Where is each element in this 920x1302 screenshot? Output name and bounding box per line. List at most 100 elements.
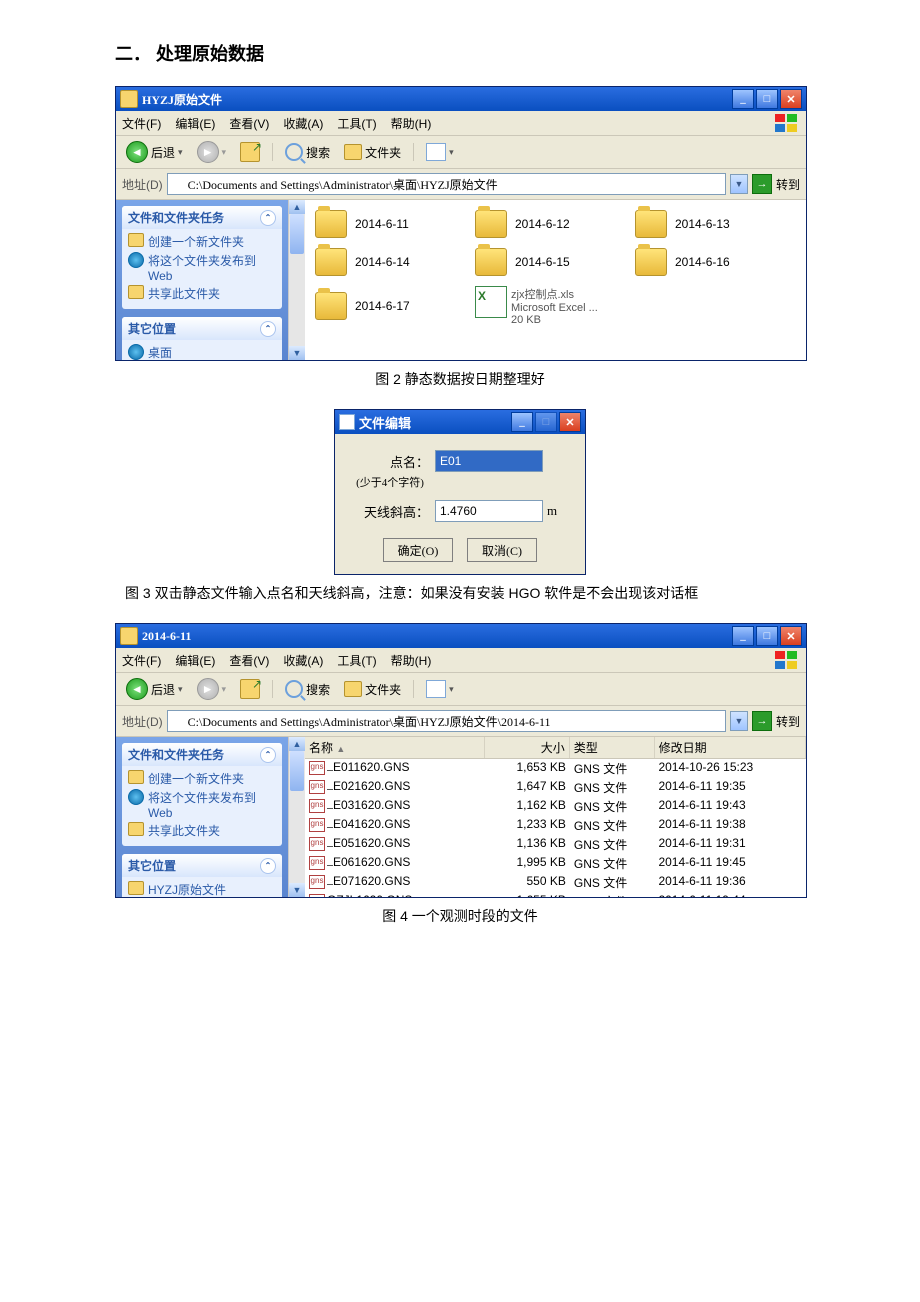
scrollbar-vertical[interactable]: ▲▼ (288, 737, 305, 897)
folder-item[interactable]: 2014-6-15 (475, 248, 615, 276)
go-button[interactable]: → (752, 174, 772, 194)
list-row[interactable]: gnsE021620.GNS1,647 KBGNS 文件2014-6-11 19… (305, 778, 806, 797)
list-row[interactable]: gnsE041620.GNS1,233 KBGNS 文件2014-6-11 19… (305, 816, 806, 835)
address-input[interactable] (167, 710, 726, 732)
menu-edit[interactable]: 编辑(E) (175, 115, 215, 132)
search-button[interactable]: 搜索 (281, 142, 334, 162)
views-button[interactable]: ▾ (422, 142, 458, 162)
xls-file-item[interactable]: zjx控制点.xlsMicrosoft Excel ...20 KB (475, 286, 625, 326)
menu-file[interactable]: 文件(F) (122, 652, 161, 669)
place-parent[interactable]: HYZJ原始文件 (128, 880, 276, 897)
task-publish[interactable]: 将这个文件夹发布到 Web (128, 788, 276, 821)
folder-item[interactable]: 2014-6-14 (315, 248, 455, 276)
folder-item[interactable]: 2014-6-12 (475, 210, 615, 238)
minimize-button[interactable]: _ (732, 626, 754, 646)
list-row[interactable]: gnsE061620.GNS1,995 KBGNS 文件2014-6-11 19… (305, 854, 806, 873)
col-date[interactable]: 修改日期 (655, 737, 806, 758)
menu-tools[interactable]: 工具(T) (337, 115, 376, 132)
figure-4-caption: 图 4 一个观测时段的文件 (115, 906, 805, 926)
menu-help[interactable]: 帮助(H) (391, 115, 432, 132)
up-button[interactable] (236, 141, 264, 163)
folders-button[interactable]: 文件夹 (340, 143, 405, 162)
menu-view[interactable]: 查看(V) (229, 115, 269, 132)
minimize-button[interactable]: _ (732, 89, 754, 109)
menu-favorites[interactable]: 收藏(A) (283, 652, 323, 669)
ok-button[interactable]: 确定(O) (383, 538, 453, 562)
maximize-button[interactable]: □ (756, 626, 778, 646)
search-button[interactable]: 搜索 (281, 679, 334, 699)
col-size[interactable]: 大小 (485, 737, 570, 758)
separator (413, 143, 414, 161)
task-new-folder[interactable]: 创建一个新文件夹 (128, 769, 276, 788)
list-header[interactable]: 名称 ▲ 大小 类型 修改日期 (305, 737, 806, 759)
views-button[interactable]: ▾ (422, 679, 458, 699)
menu-view[interactable]: 查看(V) (229, 652, 269, 669)
col-name[interactable]: 名称 ▲ (305, 737, 485, 758)
antenna-height-input[interactable] (435, 500, 543, 522)
list-row[interactable]: gnsE051620.GNS1,136 KBGNS 文件2014-6-11 19… (305, 835, 806, 854)
task-publish[interactable]: 将这个文件夹发布到 Web (128, 251, 276, 284)
go-button[interactable]: → (752, 711, 772, 731)
scrollbar-vertical[interactable]: ▲▼ (288, 200, 305, 360)
list-row[interactable]: gnsE071620.GNS550 KBGNS 文件2014-6-11 19:3… (305, 873, 806, 892)
forward-button[interactable]: ► ▾ (193, 677, 231, 701)
back-button[interactable]: ◄后退 ▾ (122, 140, 187, 164)
back-button[interactable]: ◄后退 ▾ (122, 677, 187, 701)
point-name-input[interactable] (435, 450, 543, 472)
folder-icon (120, 627, 138, 645)
title-bar[interactable]: 2014-6-11 _ □ ✕ (116, 624, 806, 648)
tasks-header[interactable]: 文件和文件夹任务⌃ (122, 743, 282, 766)
menu-favorites[interactable]: 收藏(A) (283, 115, 323, 132)
title-bar[interactable]: HYZJ原始文件 _ □ ✕ (116, 87, 806, 111)
window-title: 2014-6-11 (142, 629, 732, 644)
separator (272, 680, 273, 698)
menu-file[interactable]: 文件(F) (122, 115, 161, 132)
close-button[interactable]: ✕ (559, 412, 581, 432)
minimize-button[interactable]: _ (511, 412, 533, 432)
list-row[interactable]: gnsE011620.GNS1,653 KBGNS 文件2014-10-26 1… (305, 759, 806, 778)
address-dropdown[interactable]: ▼ (730, 711, 748, 731)
task-share[interactable]: 共享此文件夹 (128, 284, 276, 303)
folders-button[interactable]: 文件夹 (340, 680, 405, 699)
col-type[interactable]: 类型 (570, 737, 655, 758)
list-row[interactable]: gnsGZJL1620.GNS1,655 KBGNS 文件2014-6-11 1… (305, 892, 806, 897)
section-heading: 二． 处理原始数据 (115, 40, 805, 66)
content-pane: 名称 ▲ 大小 类型 修改日期 gnsE011620.GNS1,653 KBGN… (305, 737, 806, 897)
folder-label: 2014-6-14 (355, 255, 410, 269)
gns-file-icon: gns (309, 818, 325, 832)
task-share[interactable]: 共享此文件夹 (128, 821, 276, 840)
maximize-button[interactable]: □ (756, 89, 778, 109)
address-dropdown[interactable]: ▼ (730, 174, 748, 194)
folder-label: 2014-6-13 (675, 217, 730, 231)
go-label: 转到 (776, 176, 800, 193)
folder-label: 2014-6-16 (675, 255, 730, 269)
folder-icon (315, 292, 347, 320)
address-input[interactable] (167, 173, 726, 195)
place-desktop[interactable]: 桌面 (128, 343, 276, 360)
dialog-title-bar[interactable]: 文件编辑 _ □ ✕ (335, 410, 585, 434)
other-places-header[interactable]: 其它位置⌃ (122, 854, 282, 877)
window-title: HYZJ原始文件 (142, 91, 732, 108)
up-button[interactable] (236, 678, 264, 700)
other-places-header[interactable]: 其它位置⌃ (122, 317, 282, 340)
address-bar: 地址(D) ▼ → 转到 (116, 169, 806, 200)
cancel-button[interactable]: 取消(C) (467, 538, 537, 562)
menu-tools[interactable]: 工具(T) (337, 652, 376, 669)
tasks-header[interactable]: 文件和文件夹任务⌃ (122, 206, 282, 229)
close-button[interactable]: ✕ (780, 89, 802, 109)
menu-help[interactable]: 帮助(H) (391, 652, 432, 669)
separator (413, 680, 414, 698)
folder-icon (635, 210, 667, 238)
folder-item[interactable]: 2014-6-11 (315, 210, 455, 238)
folder-icon (120, 90, 138, 108)
menu-edit[interactable]: 编辑(E) (175, 652, 215, 669)
folder-item[interactable]: 2014-6-17 (315, 286, 455, 326)
folder-label: 2014-6-17 (355, 299, 410, 313)
list-row[interactable]: gnsE031620.GNS1,162 KBGNS 文件2014-6-11 19… (305, 797, 806, 816)
folder-item[interactable]: 2014-6-13 (635, 210, 775, 238)
task-new-folder[interactable]: 创建一个新文件夹 (128, 232, 276, 251)
folder-item[interactable]: 2014-6-16 (635, 248, 775, 276)
close-button[interactable]: ✕ (780, 626, 802, 646)
separator (272, 143, 273, 161)
forward-button[interactable]: ► ▾ (193, 140, 231, 164)
